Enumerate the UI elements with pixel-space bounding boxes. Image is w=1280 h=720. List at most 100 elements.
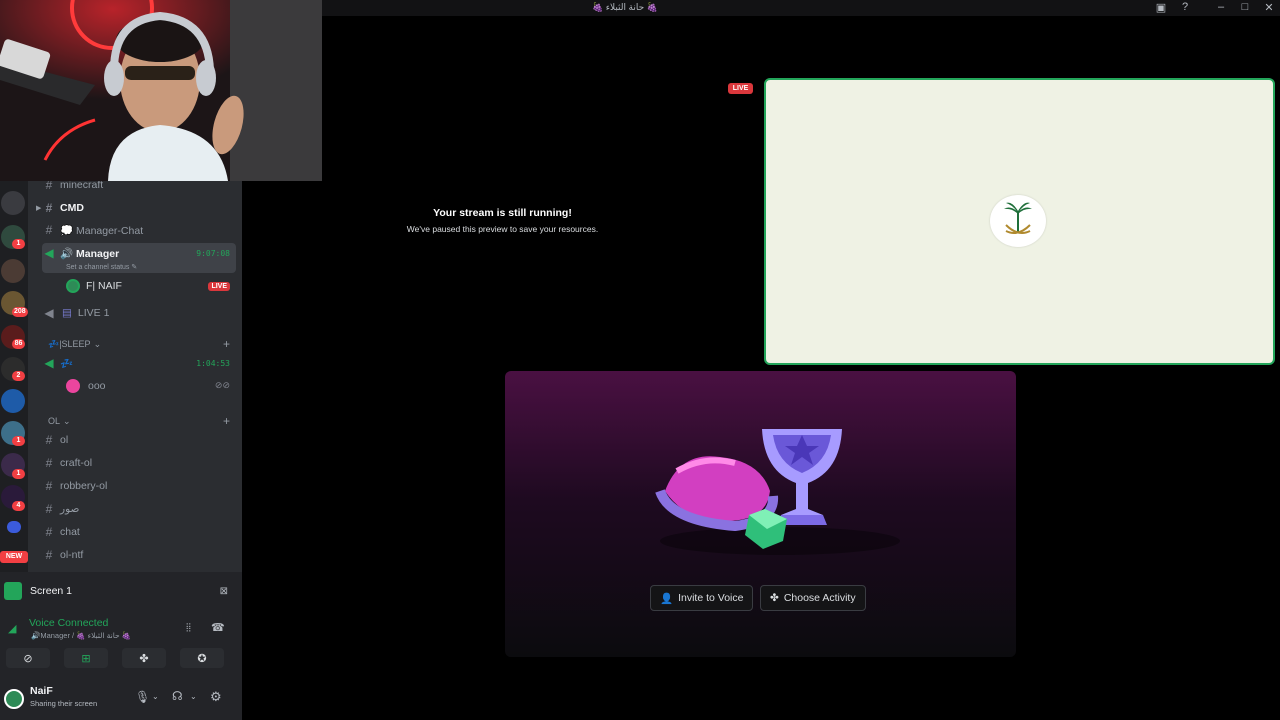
channel-minecraft[interactable]: # minecraft [42,181,236,196]
stop-share-icon[interactable]: ⊠ [220,586,228,597]
minimize-icon[interactable]: – [1214,1,1228,13]
channel-cmd[interactable]: ▶ # CMD [36,197,236,219]
unread-badge: 2 [12,371,25,381]
help-icon[interactable]: ? [1178,1,1192,13]
activities-icon: ✤ [770,592,779,604]
choose-activity-button[interactable]: ✤ Choose Activity [760,585,866,611]
camera-off-icon: ⊘ [23,652,33,665]
category-sleep[interactable]: 💤|SLEEP ⌄ [48,337,101,351]
unread-badge: 1 [12,469,25,479]
channel-ol-ntf[interactable]: # ol-ntf [42,544,236,566]
invite-to-voice-button[interactable]: 👤 Invite to Voice [650,585,754,611]
channel-images[interactable]: # صور [42,498,236,520]
avatar [66,379,80,393]
channel-label: robbery-ol [60,480,108,492]
unread-badge: 208 [12,307,28,317]
unread-badge: 86 [12,339,25,349]
maximize-icon[interactable]: □ [1238,1,1252,13]
webcam-image [0,0,322,181]
activities-icon: ✤ [139,652,149,665]
share-screen-button[interactable]: ⊞ [64,648,108,668]
server-icon[interactable] [1,259,25,283]
hash-icon: # [45,502,53,516]
signal-icon[interactable]: ◢ [8,622,16,635]
close-icon[interactable]: ✕ [1262,1,1276,14]
trophy-illustration [655,429,900,555]
member-name: ooo [88,380,106,392]
user-area: NaiF Sharing their screen 🎙 ⌄ ☊ ⌄ ⚙ [0,682,242,720]
hash-icon: # [45,456,53,470]
stream-paused-notice: Your stream is still running! We've paus… [380,207,625,234]
hash-icon: # [45,548,53,562]
folder-icon[interactable] [7,521,21,533]
category-label: 💤|SLEEP [48,338,91,349]
microphone-icon[interactable]: 🎙 [135,690,150,704]
hash-icon: # [45,433,53,447]
hash-icon: # [45,201,53,215]
unread-badge: 1 [12,436,25,446]
avatar [66,279,80,293]
user-panel: Screen 1 ⊠ ◢ Voice Connected 🔊Manager / … [0,572,242,720]
member-name: F| NAIF [86,280,122,292]
chevron-down-icon[interactable]: ⌄ [152,692,159,701]
stage-icon: ▤ [62,307,72,319]
screen-share-icon: ⊞ [81,652,91,665]
voice-timer: 1:04:53 [196,359,230,368]
channel-label: 💤 [60,357,74,370]
noise-suppression-icon[interactable]: ⦙⦙ [186,622,191,635]
activity-label: Choose Activity [783,592,856,604]
add-channel-icon[interactable]: + [223,337,230,351]
channel-status[interactable]: Set a channel status ✎ [66,263,137,271]
pencil-icon: ✎ [131,264,138,271]
hash-icon: # [45,525,53,539]
channel-robbery-ol[interactable]: # robbery-ol [42,475,236,497]
unread-badge: 4 [12,501,25,511]
channel-manager-chat[interactable]: # 💭 Manager-Chat [42,219,236,241]
add-user-icon: 👤 [660,592,674,605]
activities-button[interactable]: ✤ [122,648,166,668]
channel-label: صور [60,503,80,515]
server-icon[interactable] [1,191,25,215]
avatar[interactable] [4,689,24,709]
activity-panel [505,371,1016,657]
palm-swords-icon [1004,202,1032,234]
add-channel-icon[interactable]: + [223,414,230,428]
speaker-icon: ◀ [44,356,54,370]
channel-live-1[interactable]: ◀ ▤ LIVE 1 [42,302,236,324]
webcam-overlay [0,0,322,181]
screen-thumbnail [4,582,22,600]
screen-share-row[interactable]: Screen 1 ⊠ [4,580,236,602]
server-icon[interactable] [1,389,25,413]
invite-label: Invite to Voice [678,592,744,604]
window-title: 🍇 حانة الثبلاء 🍇 [592,2,658,12]
chevron-down-icon[interactable]: ⌄ [190,692,197,701]
username: NaiF [30,685,53,697]
inbox-icon[interactable]: ▣ [1154,1,1168,14]
disconnect-icon[interactable]: ☎ [211,621,225,634]
channel-label: CMD [60,202,84,214]
voice-channel-link[interactable]: 🔊Manager / 🍇 حانة الثبلاء 🍇 [31,631,131,640]
soundboard-icon: ✪ [197,652,207,665]
voice-member-ooo[interactable]: ooo [66,375,236,397]
category-label: OL [48,416,61,426]
channel-ol[interactable]: # ol [42,429,236,451]
channel-label: minecraft [60,181,104,191]
headphones-icon[interactable]: ☊ [172,689,183,703]
live-badge: LIVE [208,282,230,291]
channel-label: 💭 Manager-Chat [60,224,144,237]
category-ol[interactable]: OL ⌄ [48,414,71,428]
channel-label: ol-ntf [60,549,84,561]
hash-icon: # [45,181,53,192]
soundboard-button[interactable]: ✪ [180,648,224,668]
settings-icon[interactable]: ⚙ [210,689,222,705]
channel-craft-ol[interactable]: # craft-ol [42,452,236,474]
live-badge: LIVE [728,83,753,94]
channel-label: LIVE 1 [77,307,110,319]
voice-timer: 9:07:08 [196,249,230,258]
new-badge: NEW [0,551,28,563]
toggle-camera-button[interactable]: ⊘ [6,648,50,668]
stream-subtitle: We've paused this preview to save your r… [406,224,599,234]
speaker-icon: ◀ [44,246,54,260]
channel-label: craft-ol [60,457,93,469]
channel-chat[interactable]: # chat [42,521,236,543]
